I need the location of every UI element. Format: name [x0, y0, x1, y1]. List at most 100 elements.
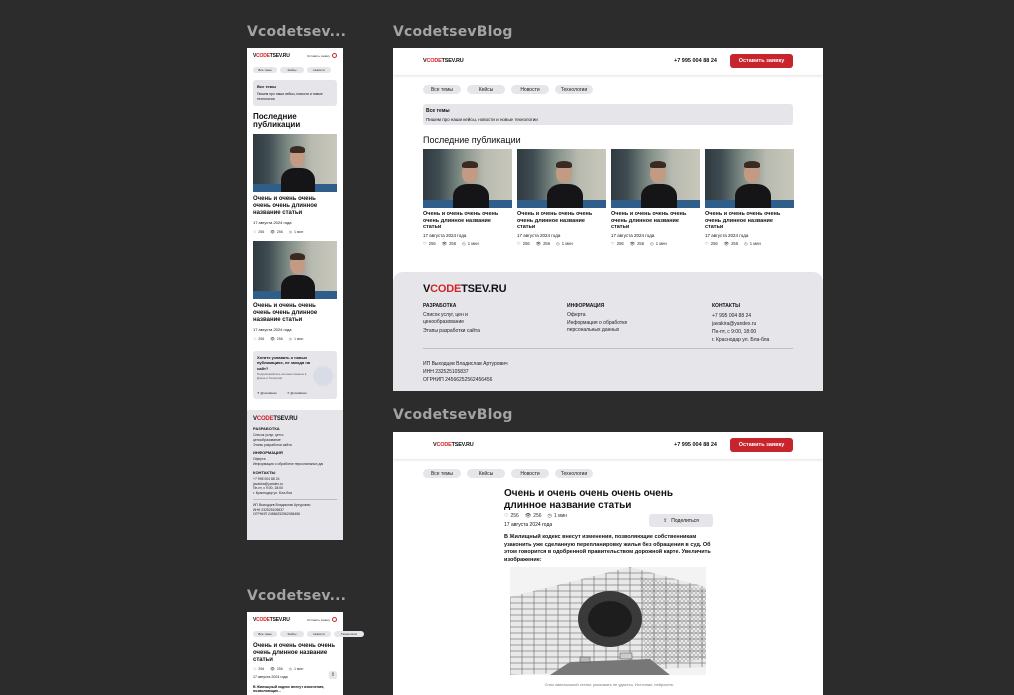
mobile-article-date: 17 августа 2024 года: [253, 675, 288, 679]
heart-icon[interactable]: ♡ 256: [705, 241, 718, 246]
mobile-logo[interactable]: VCODETSEV.RU: [253, 617, 290, 623]
tab-news[interactable]: Новости: [511, 85, 549, 94]
heart-icon[interactable]: ♡ 256: [611, 241, 624, 246]
footer-address: г. Краснодар ул. Бла-бла: [253, 491, 292, 496]
footer-logo[interactable]: VCODETSEV.RU: [423, 283, 507, 295]
card-image[interactable]: [423, 149, 512, 208]
article-lead: В Жилищный кодекс внесут изменения, позв…: [504, 534, 711, 564]
request-button[interactable]: Оставить заявку: [730, 438, 793, 452]
clock-icon: ◷ 1 мин: [556, 241, 573, 247]
mobile-footer: VCODETSEV.RU РАЗРАБОТКА Список услуг, це…: [247, 410, 343, 540]
desktop-article-frame: VCODETSEV.RU +7 995 004 88 24 Оставить з…: [393, 432, 823, 695]
footer-link-offer[interactable]: Оферта: [567, 312, 687, 318]
cards-row: Очень и очень очень очень очень длинное …: [423, 149, 794, 254]
footer-link[interactable]: Этапы разработки сайта: [253, 443, 337, 448]
footer-link-privacy[interactable]: Информация о обработке персональных данн…: [567, 320, 657, 334]
tab-news[interactable]: Новости: [307, 631, 331, 637]
mobile-article-title: Очень и очень очень очень очень длинное …: [253, 643, 336, 663]
tab-all[interactable]: Все темы: [423, 85, 461, 94]
footer-info-title: ИНФОРМАЦИЯ: [567, 303, 605, 309]
desktop-blog-frame: VCODETSEV.RU +7 995 004 88 24 Оставить з…: [393, 48, 823, 391]
footer-link-stages[interactable]: Этапы разработки сайта: [423, 328, 543, 334]
footer-link[interactable]: Информация о обработке персональных данн…: [253, 462, 323, 467]
card-image[interactable]: [517, 149, 606, 208]
heart-icon[interactable]: ♡ 256: [517, 241, 530, 246]
article-card[interactable]: Очень и очень очень очень очень длинное …: [705, 149, 794, 254]
card-title[interactable]: Очень и очень очень очень очень длинное …: [611, 211, 691, 231]
card-date: 17 августа 2024 года: [611, 232, 655, 238]
eye-icon: 👁 256: [270, 337, 283, 341]
request-button[interactable]: Оставить заявку: [730, 54, 793, 68]
mobile-card-1-image[interactable]: [253, 134, 337, 192]
tab-all[interactable]: Все темы: [423, 469, 461, 478]
clock-icon: ◷ 1 мин: [547, 513, 568, 519]
heart-icon[interactable]: ♡ 256: [253, 230, 264, 234]
site-logo[interactable]: VCODETSEV.RU: [433, 442, 474, 448]
mobile-logo[interactable]: VCODETSEV.RU: [253, 53, 290, 59]
footer-divider: [423, 348, 793, 349]
mobile-article-meta: ♡ 256 👁 256 ◷ 1 мин: [253, 667, 303, 671]
section-title: Последние публикации: [423, 135, 521, 145]
article-date: 17 августа 2024 года: [504, 522, 553, 528]
frame-label-mobile-1[interactable]: Vcodetsev...: [247, 24, 346, 40]
tab-all[interactable]: Все темы: [253, 631, 277, 637]
card-date: 17 августа 2024 года: [423, 232, 467, 238]
tab-tech[interactable]: Технологии: [555, 85, 593, 94]
tab-news[interactable]: Новости: [307, 67, 331, 73]
card-image[interactable]: [611, 149, 700, 208]
tab-cases[interactable]: Кейсы: [280, 67, 304, 73]
card-title[interactable]: Очень и очень очень очень очень длинное …: [705, 211, 785, 231]
mobile-card-2-title[interactable]: Очень и очень очень очень очень длинное …: [253, 303, 335, 324]
card-meta: ♡ 256 👁 256 ◷ 1 мин: [705, 241, 794, 247]
tab-tech[interactable]: Технологии: [334, 631, 364, 637]
footer-logo[interactable]: VCODETSEV.RU: [253, 416, 337, 422]
dzen-link[interactable]: ✦ @vcodetsev: [287, 391, 307, 395]
tab-tech[interactable]: Технологии: [555, 469, 593, 478]
card-title[interactable]: Очень и очень очень очень очень длинное …: [423, 211, 503, 231]
frame-label-desktop-1[interactable]: VcodetsevBlog: [393, 24, 513, 40]
article-card[interactable]: Очень и очень очень очень очень длинное …: [517, 149, 606, 254]
heart-icon[interactable]: ♡ 256: [504, 513, 519, 519]
clock-icon: ◷ 1 мин: [288, 337, 304, 341]
frame-label-desktop-2[interactable]: VcodetsevBlog: [393, 407, 513, 423]
mobile-cta-link[interactable]: Оставить заявку: [307, 618, 330, 622]
share-icon: ⇪: [663, 517, 668, 524]
tab-news[interactable]: Новости: [511, 469, 549, 478]
subscribe-box: Хотите узнавать о новых публикациях, не …: [253, 351, 337, 399]
footer-link[interactable]: Список услуг, цен и ценообразование: [253, 433, 308, 443]
footer-phone[interactable]: +7 995 004 88 24: [712, 312, 812, 320]
share-icon[interactable]: ⇪: [329, 671, 337, 679]
mobile-cta-link[interactable]: Оставить заявку: [307, 54, 330, 58]
card-image[interactable]: [705, 149, 794, 208]
tab-cases[interactable]: Кейсы: [467, 85, 505, 94]
search-icon[interactable]: [332, 53, 337, 58]
footer-link-services[interactable]: Список услуг, цен и ценообразование: [423, 312, 493, 326]
clock-icon: ◷ 1 мин: [288, 667, 304, 671]
heart-icon[interactable]: ♡ 256: [423, 241, 436, 246]
share-button[interactable]: ⇪ Поделиться: [649, 514, 713, 527]
tab-all[interactable]: Все темы: [253, 67, 277, 73]
tab-cases[interactable]: Кейсы: [280, 631, 304, 637]
footer-hours: Пн-пт, с 9:00, 18:00: [712, 329, 757, 335]
heart-icon[interactable]: ♡ 256: [253, 667, 264, 671]
eye-icon: 👁 256: [524, 513, 542, 519]
mobile-card-1-title[interactable]: Очень и очень очень очень очень длинное …: [253, 196, 335, 217]
mobile-card-2-meta: ♡ 256 👁 256 ◷ 1 мин: [253, 337, 303, 341]
article-image[interactable]: [510, 567, 706, 675]
tab-cases[interactable]: Кейсы: [467, 469, 505, 478]
article-card[interactable]: Очень и очень очень очень очень длинное …: [611, 149, 700, 254]
frame-label-mobile-2[interactable]: Vcodetsev...: [247, 588, 346, 604]
mobile-card-2-date: 17 августа 2024 года: [253, 327, 292, 332]
search-icon[interactable]: [332, 617, 337, 622]
article-card[interactable]: Очень и очень очень очень очень длинное …: [423, 149, 512, 254]
header-phone[interactable]: +7 995 004 88 24: [674, 58, 717, 64]
heart-icon[interactable]: ♡ 256: [253, 337, 264, 341]
mobile-card-2-image[interactable]: [253, 241, 337, 299]
footer-email[interactable]: javakira@yandex.ru: [712, 320, 812, 328]
header-phone[interactable]: +7 995 004 88 24: [674, 442, 717, 448]
article-meta: ♡ 256 👁 256 ◷ 1 мин: [504, 513, 567, 519]
clock-icon: ◷ 1 мин: [744, 241, 761, 247]
card-title[interactable]: Очень и очень очень очень очень длинное …: [517, 211, 597, 231]
telegram-link[interactable]: ✈ @vcodetsev: [257, 391, 277, 395]
site-logo[interactable]: VCODETSEV.RU: [423, 58, 464, 64]
